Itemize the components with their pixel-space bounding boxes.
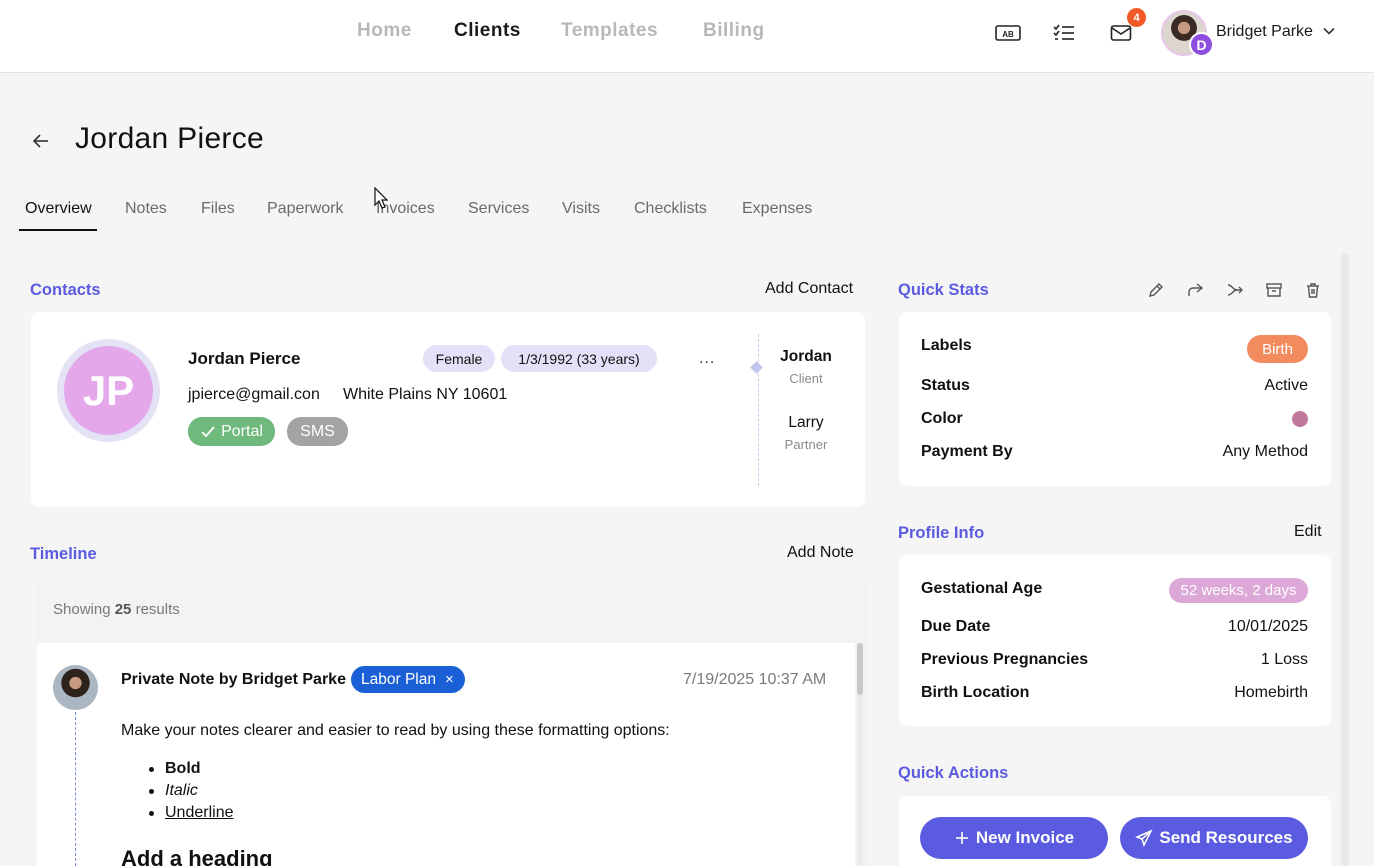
quick-stats-heading: Quick Stats	[898, 281, 989, 299]
tab-services[interactable]: Services	[468, 200, 529, 218]
birth-location-label: Birth Location	[921, 684, 1030, 701]
note-timestamp: 7/19/2025 10:37 AM	[683, 671, 827, 688]
gestational-age-label: Gestational Age	[921, 580, 1043, 597]
dob-badge: 1/3/1992 (33 years)	[501, 345, 657, 372]
results-count: Showing 25 results	[53, 601, 180, 618]
previous-pregnancies-label: Previous Pregnancies	[921, 651, 1089, 668]
list-item: Bold	[148, 760, 233, 782]
contact-more-menu[interactable]: ...	[699, 350, 715, 368]
quick-actions-heading: Quick Actions	[898, 764, 1009, 782]
chevron-down-icon[interactable]	[1322, 24, 1336, 43]
new-invoice-label: New Invoice	[975, 828, 1075, 847]
page-title: Jordan Pierce	[75, 122, 264, 155]
mouse-pointer-icon	[374, 186, 389, 214]
note-body: Make your notes clearer and easier to re…	[121, 722, 670, 739]
gender-badge: Female	[423, 345, 495, 372]
contact-location: White Plains NY 10601	[343, 386, 508, 403]
note-title: Private Note by Bridget Parke	[121, 671, 346, 688]
labor-plan-tag-label: Labor Plan	[361, 670, 436, 688]
user-name[interactable]: Bridget Parke	[1216, 23, 1313, 41]
edit-pencil-icon[interactable]	[1145, 279, 1167, 301]
portal-label: Portal	[221, 422, 263, 440]
sms-badge[interactable]: SMS	[287, 417, 348, 446]
trash-icon[interactable]	[1302, 279, 1324, 301]
timeline-heading: Timeline	[30, 545, 97, 563]
timeline-scrollbar-thumb[interactable]	[857, 643, 863, 695]
status-label: Status	[921, 377, 970, 394]
send-icon	[1135, 829, 1153, 847]
svg-text:AB: AB	[1002, 30, 1014, 39]
color-label: Color	[921, 410, 963, 427]
user-initial-badge: D	[1189, 32, 1214, 57]
translate-ab-icon[interactable]: AB	[994, 20, 1022, 46]
nav-clients[interactable]: Clients	[454, 20, 521, 42]
label-badge[interactable]: Birth	[1247, 335, 1308, 363]
edit-profile-button[interactable]: Edit	[1294, 523, 1322, 541]
contact-role-client: Client	[789, 371, 823, 386]
tab-expenses[interactable]: Expenses	[742, 200, 812, 218]
top-navigation-bar: Home Clients Templates Billing AB 4 D Br…	[0, 0, 1374, 73]
tab-notes[interactable]: Notes	[125, 200, 167, 218]
payment-label: Payment By	[921, 443, 1013, 460]
portal-badge[interactable]: Portal	[188, 417, 275, 446]
transfer-icon[interactable]	[1224, 279, 1246, 301]
list-item: Underline	[148, 804, 233, 826]
due-date-value: 10/01/2025	[1227, 618, 1308, 635]
contact-avatar: JP	[64, 346, 153, 435]
contact-name: Jordan Pierce	[188, 349, 301, 368]
color-swatch[interactable]	[1292, 411, 1308, 427]
tab-visits[interactable]: Visits	[562, 200, 600, 218]
list-item: Italic	[148, 782, 233, 804]
nav-templates[interactable]: Templates	[561, 20, 658, 42]
contact-role-partner: Partner	[784, 437, 828, 452]
tab-paperwork[interactable]: Paperwork	[267, 200, 343, 218]
send-resources-button[interactable]: Send Resources	[1120, 817, 1308, 859]
tab-overview[interactable]: Overview	[25, 200, 92, 218]
add-contact-button[interactable]: Add Contact	[765, 280, 853, 298]
due-date-label: Due Date	[921, 618, 991, 635]
profile-info-heading: Profile Info	[898, 524, 985, 542]
tab-files[interactable]: Files	[201, 200, 235, 218]
new-invoice-button[interactable]: New Invoice	[920, 817, 1108, 859]
note-format-list: Bold Italic Underline	[148, 760, 233, 826]
tab-checklists[interactable]: Checklists	[634, 200, 707, 218]
plus-icon	[955, 832, 968, 844]
nav-billing[interactable]: Billing	[703, 20, 765, 42]
status-value: Active	[1264, 377, 1308, 394]
contacts-heading: Contacts	[30, 281, 101, 299]
contact-switch-larry[interactable]: Larry	[766, 414, 846, 432]
note-thread-line	[75, 712, 76, 866]
previous-pregnancies-value: 1 Loss	[1260, 651, 1308, 668]
note-author-avatar	[53, 665, 98, 710]
back-arrow-icon[interactable]	[30, 130, 52, 157]
contact-email[interactable]: jpierce@gmail.con	[188, 386, 320, 404]
contact-switch-jordan[interactable]: Jordan	[766, 348, 846, 366]
send-resources-label: Send Resources	[1159, 828, 1293, 847]
add-note-button[interactable]: Add Note	[787, 544, 854, 562]
contact-switcher-divider	[758, 334, 759, 486]
gestational-age-badge: 52 weeks, 2 days	[1169, 578, 1308, 603]
nav-home[interactable]: Home	[357, 20, 412, 42]
labels-label: Labels	[921, 337, 972, 354]
payment-value: Any Method	[1222, 443, 1308, 460]
notification-badge: 4	[1127, 8, 1146, 27]
archive-icon[interactable]	[1263, 279, 1285, 301]
active-tab-indicator	[19, 229, 97, 231]
checklist-icon[interactable]	[1050, 20, 1078, 46]
share-icon[interactable]	[1184, 279, 1206, 301]
birth-location-value: Homebirth	[1234, 684, 1308, 701]
page-scrollbar[interactable]	[1341, 253, 1349, 866]
check-icon	[201, 425, 215, 437]
labor-plan-tag: Labor Plan ×	[351, 666, 465, 693]
remove-tag-icon[interactable]: ×	[445, 671, 454, 688]
note-heading: Add a heading	[121, 846, 273, 866]
